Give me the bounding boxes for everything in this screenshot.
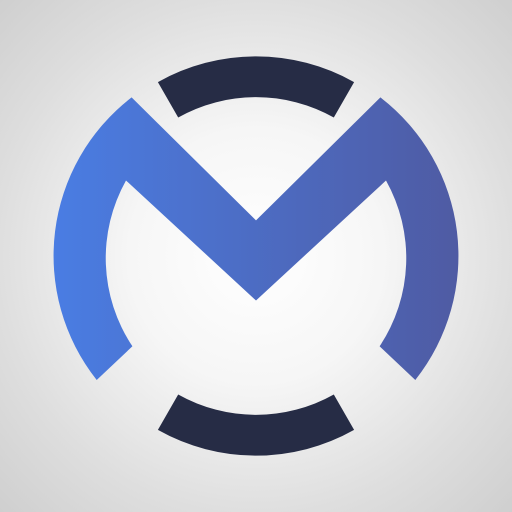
bottom-arc-shape xyxy=(157,394,355,456)
m-letter-shape xyxy=(53,97,459,381)
logo-canvas xyxy=(0,0,512,512)
top-arc-shape xyxy=(157,56,355,118)
m-circle-logo-icon xyxy=(53,56,459,456)
